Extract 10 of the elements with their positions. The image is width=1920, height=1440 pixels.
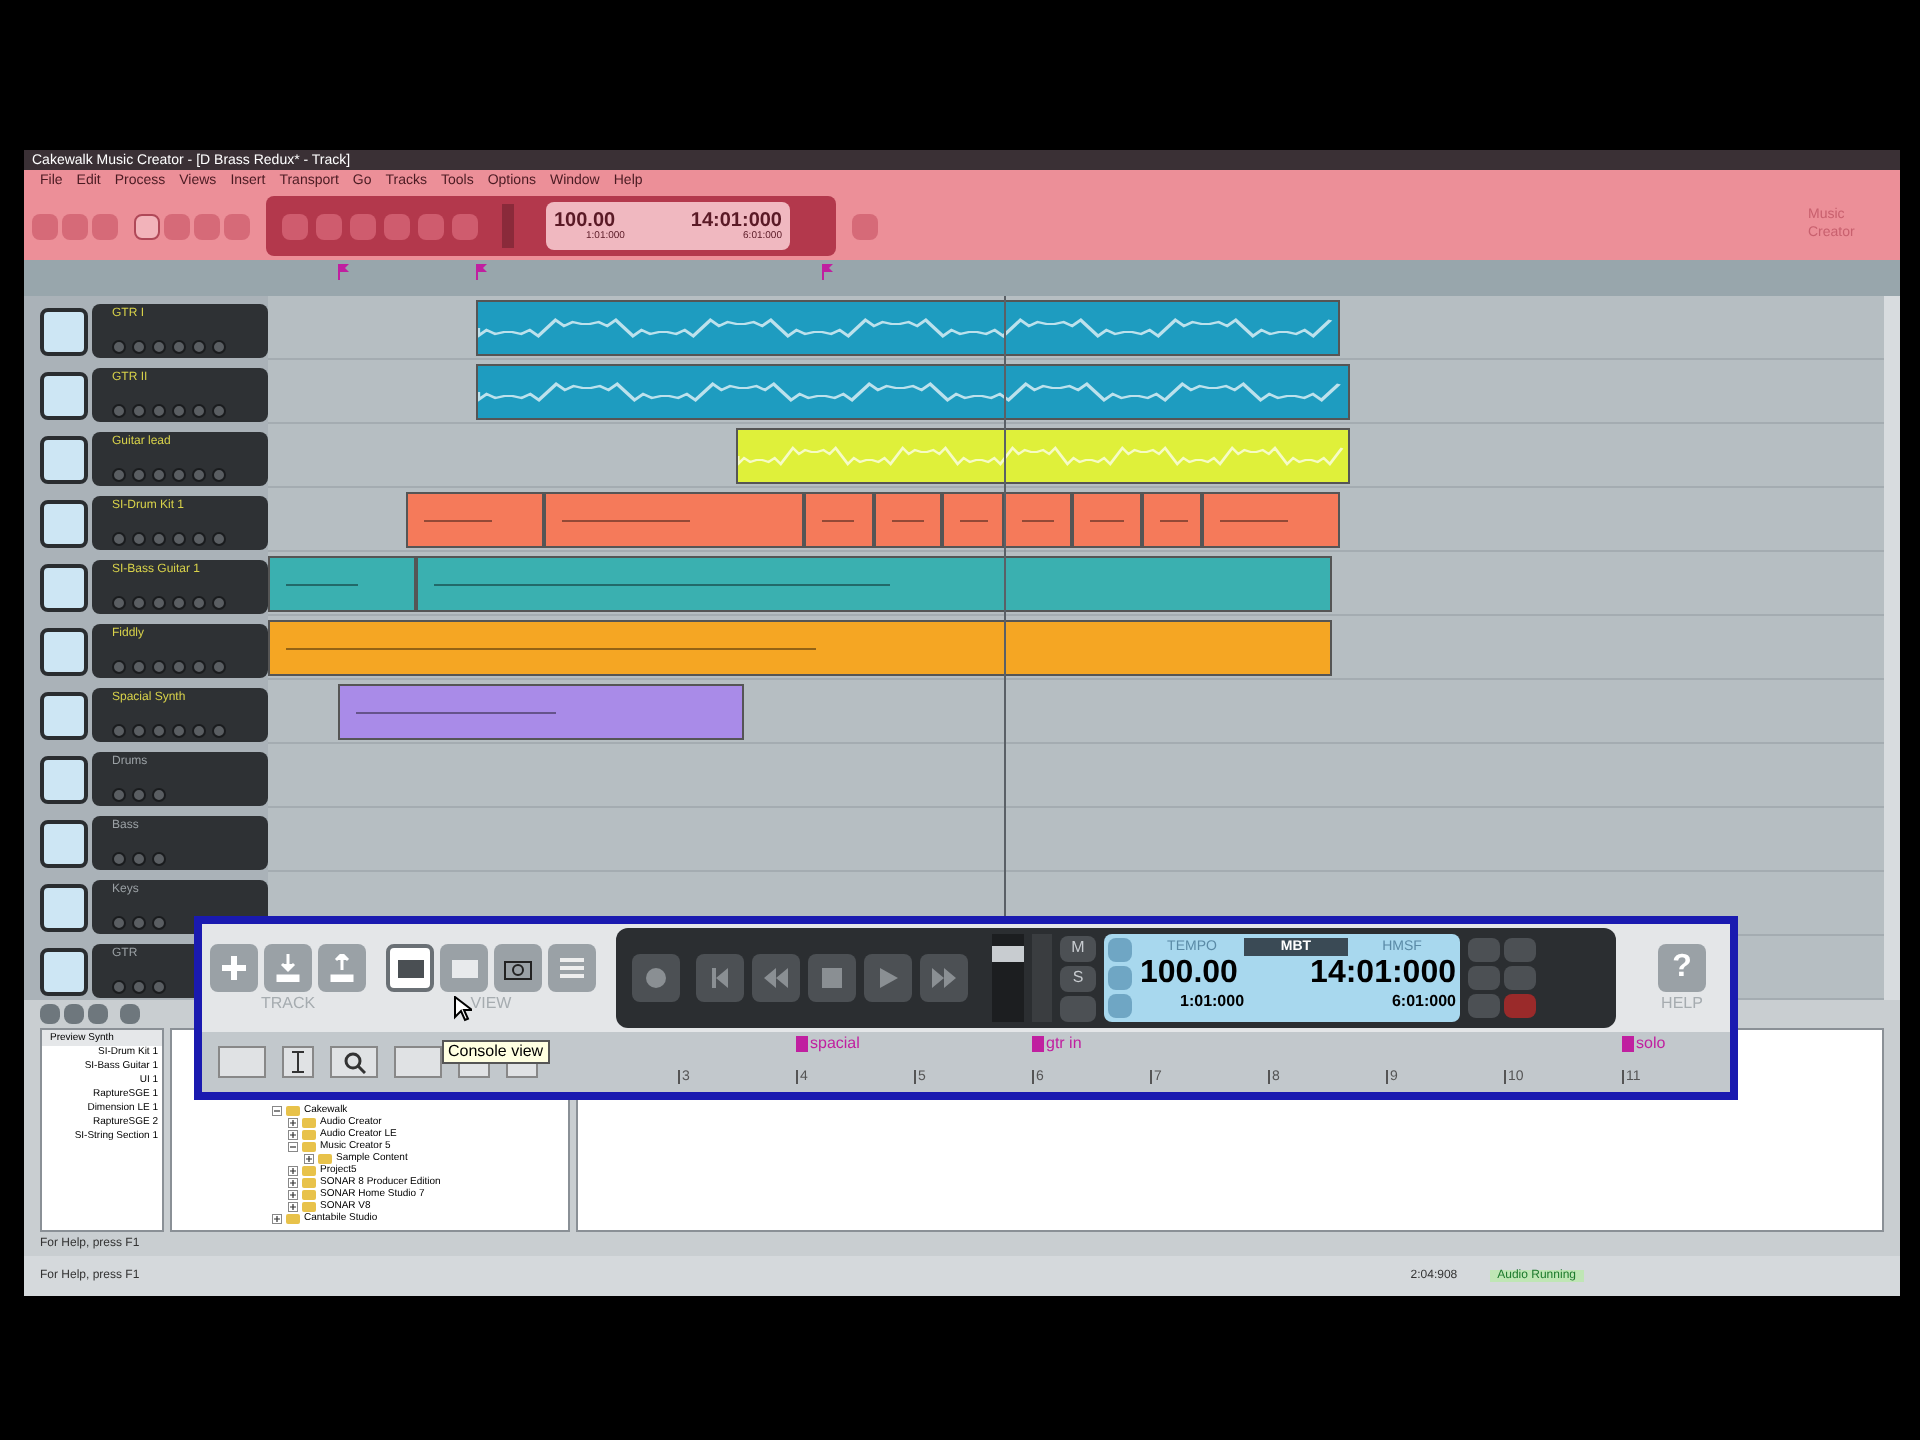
end-readout: 6:01:000 <box>1391 992 1456 1012</box>
group-label: HELP <box>1661 996 1703 1012</box>
tooltip: Console view <box>442 1040 550 1064</box>
group-label: TRACK <box>260 996 316 1012</box>
tempo-readout: 100.00 <box>1140 956 1238 992</box>
start-readout: 1:01:000 <box>1180 992 1245 1012</box>
time-readout: 14:01:000 <box>690 211 782 231</box>
group-label: VIEW <box>470 996 512 1012</box>
time-readout: 14:01:000 <box>1310 956 1456 992</box>
tempo-readout: 100.00 <box>554 211 616 231</box>
